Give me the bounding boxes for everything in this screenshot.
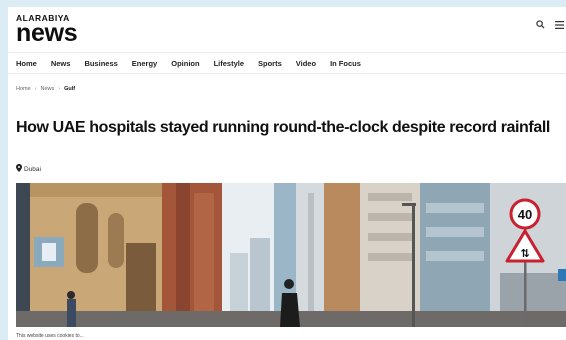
hero-image[interactable]: 40 ⇅ <box>16 183 566 327</box>
breadcrumb-separator: › <box>34 86 37 92</box>
article-headline: How UAE hospitals stayed running round-t… <box>16 119 550 136</box>
nav-item-lifestyle[interactable]: Lifestyle <box>214 59 244 68</box>
breadcrumb-home[interactable]: Home <box>16 86 31 92</box>
breadcrumb-current[interactable]: Gulf <box>64 86 75 92</box>
nav-item-sports[interactable]: Sports <box>258 59 282 68</box>
nav-item-opinion[interactable]: Opinion <box>171 59 199 68</box>
speed-limit-sign: 40 <box>518 207 532 222</box>
location-label: Dubai <box>24 165 41 173</box>
logo-brand-main: news <box>16 19 78 47</box>
breadcrumb: Home › News › Gulf <box>16 86 75 92</box>
top-bar: ALARABIYA news <box>8 7 566 49</box>
hamburger-menu-icon[interactable] <box>555 20 564 29</box>
two-way-traffic-sign: ⇅ <box>520 247 529 260</box>
search-icon[interactable] <box>536 20 545 29</box>
nav-item-news[interactable]: News <box>51 59 71 68</box>
main-nav: Home News Business Energy Opinion Lifest… <box>8 52 566 74</box>
breadcrumb-separator: › <box>58 86 61 92</box>
site-logo[interactable]: ALARABIYA news <box>16 13 78 47</box>
nav-item-home[interactable]: Home <box>16 59 37 68</box>
nav-item-business[interactable]: Business <box>84 59 117 68</box>
nav-item-energy[interactable]: Energy <box>132 59 157 68</box>
breadcrumb-news[interactable]: News <box>41 86 55 92</box>
header-actions <box>536 20 564 29</box>
nav-item-in-focus[interactable]: In Focus <box>330 59 361 68</box>
page: ALARABIYA news Home News Business Energy… <box>8 7 566 340</box>
map-pin-icon <box>16 164 22 174</box>
nav-item-video[interactable]: Video <box>296 59 316 68</box>
hero-street-scene: 40 ⇅ <box>16 183 566 327</box>
cookie-notice-text: This website uses cookies to... <box>16 333 84 339</box>
article-location: Dubai <box>16 164 41 174</box>
